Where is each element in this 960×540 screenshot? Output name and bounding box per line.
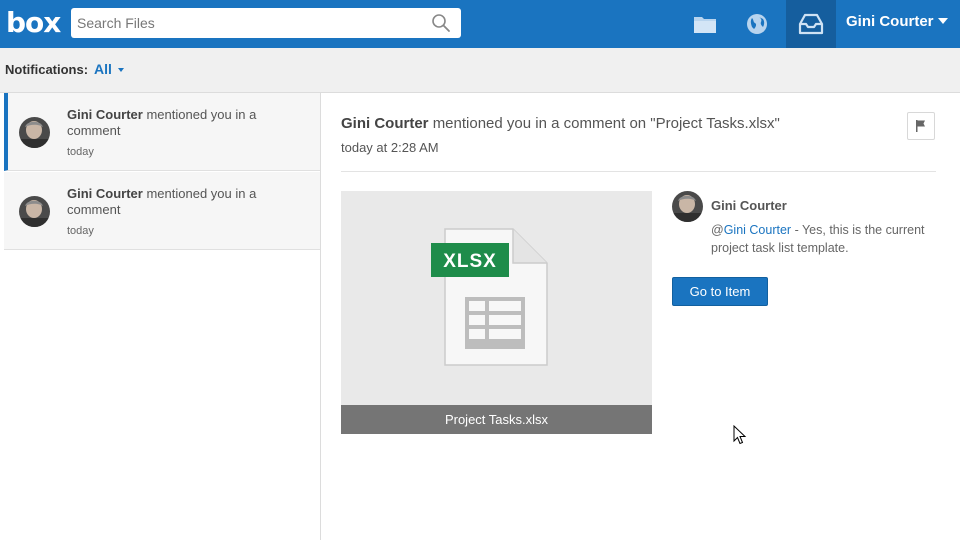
mention-link[interactable]: Gini Courter: [724, 223, 791, 237]
notifications-filter-dropdown[interactable]: All: [94, 61, 124, 77]
flag-button[interactable]: [907, 112, 935, 140]
top-navigation-bar: box Gini Courter: [0, 0, 960, 48]
avatar: [19, 117, 50, 148]
notification-time: today: [67, 146, 94, 158]
box-logo[interactable]: box: [6, 6, 61, 40]
notification-text: Gini Courter mentioned you in a comment: [67, 107, 257, 138]
file-preview[interactable]: XLSX Project Tasks.xlsx: [341, 191, 652, 434]
search-box[interactable]: [71, 8, 461, 38]
chevron-down-icon: [117, 68, 124, 73]
avatar: [19, 196, 50, 227]
filter-value: All: [94, 61, 112, 77]
divider: [341, 171, 936, 172]
user-name: Gini Courter: [846, 13, 934, 30]
notification-text: Gini Courter mentioned you in a comment: [67, 186, 257, 217]
notification-detail-time: today at 2:28 AM: [341, 140, 439, 155]
mouse-cursor-icon: [733, 425, 747, 445]
notifications-label: Notifications:: [5, 62, 89, 77]
comment-author: Gini Courter: [711, 198, 787, 213]
inbox-icon[interactable]: [786, 0, 836, 48]
flag-icon: [916, 120, 925, 132]
search-input[interactable]: [71, 8, 427, 38]
go-to-item-button[interactable]: Go to Item: [672, 277, 768, 306]
notifications-toolbar: Notifications: All: [0, 48, 960, 93]
notification-time: today: [67, 225, 94, 237]
file-name-caption: Project Tasks.xlsx: [341, 405, 652, 434]
xlsx-file-icon: XLSX: [431, 228, 548, 366]
comment-text: @Gini Courter - Yes, this is the current…: [711, 223, 925, 255]
notification-item[interactable]: Gini Courter mentioned you in a comment …: [4, 93, 320, 171]
file-type-badge: XLSX: [443, 251, 497, 272]
chevron-down-icon: [937, 18, 948, 25]
notification-item[interactable]: Gini Courter mentioned you in a comment …: [4, 172, 320, 250]
folder-icon[interactable]: [689, 8, 721, 40]
avatar: [672, 191, 703, 222]
search-icon[interactable]: [431, 13, 451, 33]
notifications-list: Gini Courter mentioned you in a comment …: [0, 93, 321, 540]
user-menu[interactable]: Gini Courter: [846, 0, 948, 48]
notification-detail-title: Gini Courter mentioned you in a comment …: [341, 115, 780, 132]
globe-icon[interactable]: [741, 8, 773, 40]
